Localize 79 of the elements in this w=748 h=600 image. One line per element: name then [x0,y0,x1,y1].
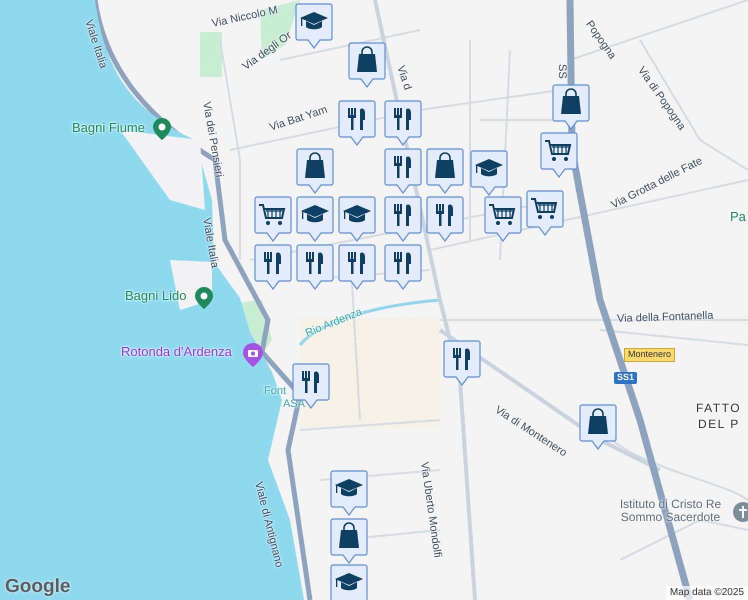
restaurant-marker[interactable] [384,148,422,194]
fork-knife-icon [436,204,453,226]
fork-knife-icon [453,348,470,370]
restaurant-marker[interactable] [296,244,334,290]
shop-marker[interactable] [296,148,334,194]
shopping-cart-icon [489,204,516,225]
google-logo: Google [5,576,70,598]
cross-pin-icon[interactable] [733,502,748,522]
street-label: Via Niccolo M [210,4,279,30]
fork-knife-icon [302,371,319,393]
place-label: Pa [730,210,746,224]
street-label: Viale Italia [82,18,110,70]
fork-knife-icon [394,156,411,178]
shopping-bag-icon [588,408,608,434]
restaurant-marker[interactable] [443,340,481,386]
street-label: Via Grotta delle Fate [609,154,704,212]
graduation-cap-icon [475,159,503,176]
street-label: Viale Italia [200,217,221,269]
grocery-marker[interactable] [254,196,292,242]
map-pin-icon[interactable] [195,287,213,309]
shop-marker[interactable] [552,84,590,130]
shop-marker[interactable] [426,148,464,194]
restaurant-marker[interactable] [254,244,292,290]
school-marker[interactable] [470,150,508,196]
shopping-cart-icon [531,198,558,219]
shop-marker[interactable] [330,518,368,564]
camera-pin-icon[interactable] [243,343,263,367]
place-label: FATTO [696,402,742,416]
graduation-cap-icon [343,205,371,222]
school-marker[interactable] [330,470,368,516]
highway-shield: SS1 [614,372,638,384]
street-label: SS [556,64,568,79]
restaurant-marker[interactable] [338,100,376,146]
fork-knife-icon [394,204,411,226]
map-pin-icon[interactable] [153,118,171,140]
shopping-bag-icon [561,88,581,114]
fork-knife-icon [348,108,365,130]
place-label: DEL P [698,418,740,432]
restaurant-marker[interactable] [384,196,422,242]
street-label: Via d [394,64,414,92]
shopping-cart-icon [259,204,286,225]
fork-knife-icon [306,252,323,274]
street-label: Via Bat Yam [268,104,329,134]
graduation-cap-icon [300,12,328,30]
school-marker[interactable] [330,564,368,600]
grocery-marker[interactable] [540,132,578,178]
graduation-cap-icon [335,573,363,590]
school-marker[interactable] [295,3,333,49]
restaurant-marker[interactable] [338,244,376,290]
place-label: Rotonda d'Ardenza [121,345,232,360]
place-label: Bagni Fiume [72,121,145,136]
fork-knife-icon [394,108,411,130]
restaurant-marker[interactable] [426,196,464,242]
shopping-bag-icon [435,152,455,178]
map[interactable] [0,0,748,600]
school-marker[interactable] [338,196,376,242]
restaurant-marker[interactable] [384,244,422,290]
school-marker[interactable] [296,196,334,242]
fork-knife-icon [394,252,411,274]
shopping-bag-icon [357,46,377,72]
fork-knife-icon [264,252,281,274]
shop-marker[interactable] [579,404,617,450]
park-area [200,32,222,77]
grocery-marker[interactable] [526,190,564,236]
shopping-bag-icon [305,152,325,178]
shopping-cart-icon [545,140,572,161]
graduation-cap-icon [335,479,363,496]
place-badge: Montenero [624,348,676,362]
map-attribution: Map data ©2025 [666,586,748,600]
graduation-cap-icon [301,205,329,222]
shopping-bag-icon [339,522,359,548]
grocery-marker[interactable] [484,196,522,242]
street-label: Via dei Pensieri [200,101,226,178]
street-label: Via della Fontanella [616,310,714,326]
fork-knife-icon [348,252,365,274]
restaurant-marker[interactable] [384,100,422,146]
street-label: Via Uberto Mondolfi [418,461,444,558]
shop-marker[interactable] [348,42,386,88]
street-label: Viale di Antignano [252,480,286,569]
